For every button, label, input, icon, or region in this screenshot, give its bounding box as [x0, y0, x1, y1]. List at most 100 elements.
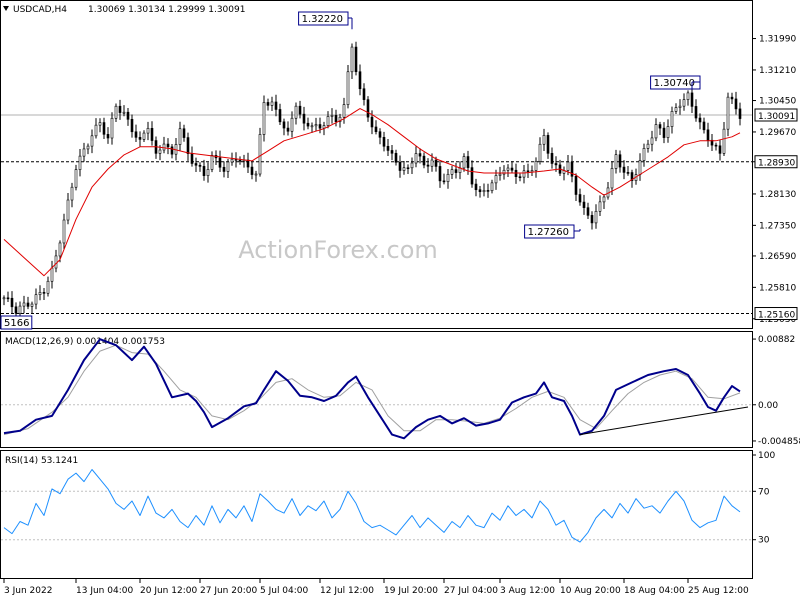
candle-body — [334, 115, 338, 123]
candle-body — [542, 135, 546, 145]
candle-body — [410, 162, 414, 169]
candle-body — [122, 111, 126, 114]
candle-body — [506, 167, 510, 171]
candle-body — [342, 104, 346, 118]
chart-canvas: ActionForex.com USDCAD,H4 1.30069 1.3013… — [0, 0, 800, 600]
candle-body — [730, 96, 734, 100]
level-price-label: 1.25160 — [758, 311, 795, 321]
candle-body — [26, 302, 30, 307]
candle-body — [662, 127, 666, 138]
candle-body — [714, 144, 718, 147]
candle-body — [498, 173, 502, 176]
candle-body — [554, 163, 558, 166]
time-tick-label: 19 Jul 20:00 — [384, 586, 438, 596]
candle-body — [658, 124, 662, 129]
candle-body — [706, 129, 710, 141]
candle-body — [86, 145, 90, 150]
candle-body — [2, 297, 6, 300]
time-tick-label: 3 Aug 12:00 — [500, 586, 555, 596]
candle-body — [426, 164, 430, 167]
price-tick-label: 1.31990 — [759, 35, 796, 45]
candle-body — [738, 108, 742, 119]
candle-body — [522, 170, 526, 178]
candle-body — [422, 155, 426, 166]
candle-body — [6, 297, 10, 300]
candle-body — [434, 159, 438, 167]
candle-body — [186, 137, 190, 154]
candle-body — [114, 105, 118, 119]
candle-body — [386, 145, 390, 151]
rsi-tick-label: 70 — [758, 487, 770, 497]
candle-body — [430, 159, 434, 167]
candle-body — [130, 119, 134, 133]
time-tick-label: 20 Jun 12:00 — [140, 586, 197, 596]
candle-body — [394, 152, 398, 163]
macd-label: MACD(12,26,9) 0.001404 0.001753 — [5, 337, 165, 347]
candle-body — [322, 125, 326, 129]
candle-body — [698, 117, 702, 123]
time-tick-label: 5 Jul 04:00 — [260, 586, 309, 596]
candle-body — [626, 172, 630, 174]
candle-body — [414, 153, 418, 164]
candle-body — [490, 182, 494, 192]
candle-body — [262, 102, 266, 135]
candle-body — [218, 157, 222, 168]
candle-body — [18, 305, 22, 314]
candle-body — [274, 101, 278, 110]
candle-body — [374, 126, 378, 132]
candle-body — [366, 99, 370, 118]
candle-body — [318, 124, 322, 129]
candle-body — [402, 167, 406, 171]
candle-body — [254, 173, 258, 176]
candle-body — [178, 128, 182, 145]
ohlc-label: 1.30069 1.30134 1.29999 1.30091 — [88, 5, 245, 15]
candle-body — [150, 128, 154, 141]
price-tick-label: 1.29670 — [759, 128, 796, 138]
candle-body — [638, 160, 642, 175]
candle-body — [610, 168, 614, 189]
annotation-label: 1.27260 — [528, 227, 569, 238]
candle-body — [238, 159, 242, 162]
price-tick-label: 1.26590 — [759, 252, 796, 262]
candle-body — [654, 124, 658, 139]
candle-body — [474, 183, 478, 191]
candle-body — [98, 122, 102, 126]
candle-body — [134, 131, 138, 138]
current-price-label: 1.30091 — [758, 112, 795, 122]
candle-body — [582, 201, 586, 208]
time-tick-label: 27 Jun 20:00 — [200, 586, 257, 596]
candle-body — [210, 155, 214, 170]
candle-body — [382, 137, 386, 147]
candle-body — [734, 98, 738, 110]
candle-body — [454, 169, 458, 173]
candle-body — [646, 143, 650, 149]
candle-body — [282, 121, 286, 129]
rsi-label: RSI(14) 53.1241 — [5, 456, 78, 466]
candle-body — [286, 127, 290, 132]
candle-body — [170, 146, 174, 155]
candle-body — [126, 111, 130, 120]
candle-body — [694, 106, 698, 119]
candle-body — [102, 122, 106, 135]
candle-body — [718, 145, 722, 154]
candle-body — [618, 154, 622, 168]
candle-body — [466, 156, 470, 168]
time-tick-label: 12 Jul 12:00 — [320, 586, 374, 596]
candle-body — [250, 166, 254, 175]
candle-body — [142, 132, 146, 140]
candle-body — [578, 194, 582, 203]
time-tick-label: 25 Aug 12:00 — [688, 586, 749, 596]
candle-body — [438, 166, 442, 182]
price-tick-label: 1.31210 — [759, 66, 796, 76]
candle-body — [354, 46, 358, 73]
candle-body — [14, 306, 18, 314]
candle-body — [726, 96, 730, 130]
candle-body — [450, 169, 454, 175]
candle-body — [406, 167, 410, 170]
candle-body — [674, 107, 678, 112]
candle-body — [230, 158, 234, 163]
candle-body — [78, 155, 82, 170]
price-tick-label: 1.28130 — [759, 190, 796, 200]
candle-body — [82, 148, 86, 157]
candle-body — [378, 131, 382, 138]
